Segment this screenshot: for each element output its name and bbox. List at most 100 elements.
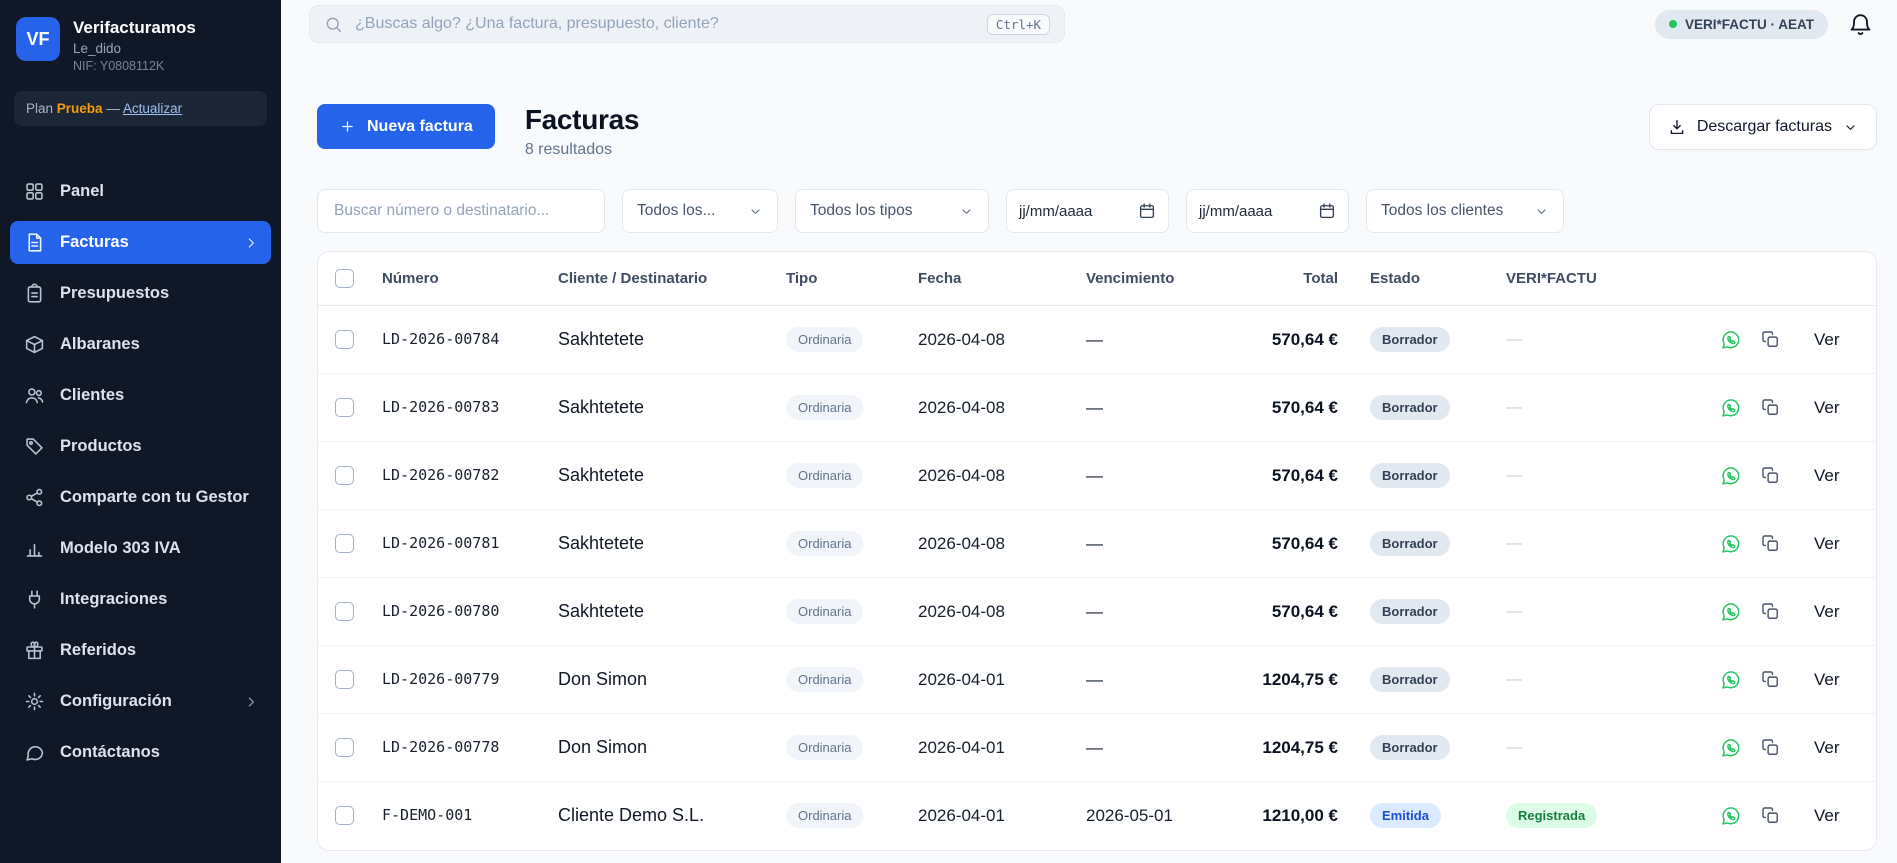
row-checkbox[interactable] xyxy=(335,738,354,757)
sidebar-item-facturas[interactable]: Facturas xyxy=(10,221,271,264)
table-body: LD-2026-00784 Sakhtetete Ordinaria 2026-… xyxy=(318,306,1876,850)
type-filter-dropdown[interactable]: Todos los tipos xyxy=(795,189,989,233)
copy-icon[interactable] xyxy=(1761,738,1780,757)
copy-icon[interactable] xyxy=(1761,670,1780,689)
whatsapp-icon[interactable] xyxy=(1720,465,1742,487)
date-to-input[interactable]: jj/mm/aaaa xyxy=(1186,189,1349,233)
verifactu-dash: — xyxy=(1506,535,1522,552)
invoice-row: LD-2026-00784 Sakhtetete Ordinaria 2026-… xyxy=(318,306,1876,374)
new-invoice-label: Nueva factura xyxy=(367,118,473,136)
status-badge: Borrador xyxy=(1370,531,1450,556)
whatsapp-icon[interactable] xyxy=(1720,669,1742,691)
invoice-type: Ordinaria xyxy=(774,646,906,714)
whatsapp-icon[interactable] xyxy=(1720,805,1742,827)
status-dot xyxy=(1669,20,1677,28)
type-badge: Ordinaria xyxy=(786,463,863,488)
select-all-checkbox[interactable] xyxy=(335,269,354,288)
plan-upgrade-link[interactable]: Actualizar xyxy=(123,101,182,116)
sidebar-item-label: Modelo 303 IVA xyxy=(60,538,181,559)
view-invoice-link[interactable]: Ver xyxy=(1814,534,1840,554)
view-invoice-link[interactable]: Ver xyxy=(1814,330,1840,350)
sidebar-item-integraciones[interactable]: Integraciones xyxy=(10,578,271,621)
whatsapp-icon[interactable] xyxy=(1720,397,1742,419)
status-badge: Borrador xyxy=(1370,599,1450,624)
calendar-icon[interactable] xyxy=(1318,202,1336,220)
download-invoices-button[interactable]: Descargar facturas xyxy=(1649,104,1877,150)
row-checkbox[interactable] xyxy=(335,602,354,621)
copy-icon[interactable] xyxy=(1761,534,1780,553)
chevron-right-icon xyxy=(243,235,259,251)
copy-icon[interactable] xyxy=(1761,398,1780,417)
invoice-client: Cliente Demo S.L. xyxy=(546,782,774,850)
view-invoice-link[interactable]: Ver xyxy=(1814,602,1840,622)
sidebar-item-comparte-gestor[interactable]: Comparte con tu Gestor xyxy=(10,476,271,519)
sidebar-item-albaranes[interactable]: Albaranes xyxy=(10,323,271,366)
sidebar-item-productos[interactable]: Productos xyxy=(10,425,271,468)
row-checkbox[interactable] xyxy=(335,670,354,689)
status-badge: Borrador xyxy=(1370,463,1450,488)
view-invoice-link[interactable]: Ver xyxy=(1814,806,1840,826)
filter-search-input[interactable] xyxy=(317,189,605,233)
date-from-input[interactable]: jj/mm/aaaa xyxy=(1006,189,1169,233)
new-invoice-button[interactable]: Nueva factura xyxy=(317,104,495,149)
view-invoice-link[interactable]: Ver xyxy=(1814,738,1840,758)
view-invoice-link[interactable]: Ver xyxy=(1814,670,1840,690)
invoice-icon xyxy=(24,232,46,253)
invoice-status: Emitida xyxy=(1348,782,1494,850)
column-header: Fecha xyxy=(906,252,1074,306)
invoice-actions: Ver xyxy=(1694,782,1876,850)
notifications-bell-icon[interactable] xyxy=(1846,10,1875,39)
whatsapp-icon[interactable] xyxy=(1720,533,1742,555)
bar-chart-icon xyxy=(24,538,46,559)
invoice-number: LD-2026-00778 xyxy=(370,714,546,782)
row-checkbox[interactable] xyxy=(335,398,354,417)
invoice-status: Borrador xyxy=(1348,306,1494,374)
sidebar-item-contactanos[interactable]: Contáctanos xyxy=(10,731,271,774)
view-invoice-link[interactable]: Ver xyxy=(1814,398,1840,418)
copy-icon[interactable] xyxy=(1761,602,1780,621)
client-filter-dropdown[interactable]: Todos los clientes xyxy=(1366,189,1564,233)
invoice-client: Sakhtetete xyxy=(546,374,774,442)
invoice-actions: Ver xyxy=(1694,442,1876,510)
copy-icon[interactable] xyxy=(1761,466,1780,485)
type-badge: Ordinaria xyxy=(786,395,863,420)
view-invoice-link[interactable]: Ver xyxy=(1814,466,1840,486)
row-checkbox[interactable] xyxy=(335,806,354,825)
gear-icon xyxy=(24,691,46,712)
sidebar-item-configuracion[interactable]: Configuración xyxy=(10,680,271,723)
sidebar-item-label: Clientes xyxy=(60,385,124,406)
row-checkbox[interactable] xyxy=(335,466,354,485)
global-search[interactable]: Ctrl+K xyxy=(309,5,1065,43)
whatsapp-icon[interactable] xyxy=(1720,329,1742,351)
column-header: Vencimiento xyxy=(1074,252,1244,306)
invoice-status: Borrador xyxy=(1348,510,1494,578)
sidebar-item-modelo-303-iva[interactable]: Modelo 303 IVA xyxy=(10,527,271,570)
status-filter-dropdown[interactable]: Todos los... xyxy=(622,189,778,233)
invoice-client: Sakhtetete xyxy=(546,578,774,646)
whatsapp-icon[interactable] xyxy=(1720,737,1742,759)
download-icon xyxy=(1668,118,1686,136)
sidebar-item-referidos[interactable]: Referidos xyxy=(10,629,271,672)
verifactu-status-pill[interactable]: VERI*FACTU · AEAT xyxy=(1655,10,1828,39)
copy-icon[interactable] xyxy=(1761,330,1780,349)
sidebar-item-panel[interactable]: Panel xyxy=(10,170,271,213)
results-count: 8 resultados xyxy=(525,141,639,159)
sidebar-item-clientes[interactable]: Clientes xyxy=(10,374,271,417)
status-pill-label: VERI*FACTU · AEAT xyxy=(1685,17,1814,32)
copy-icon[interactable] xyxy=(1761,806,1780,825)
global-search-input[interactable] xyxy=(353,14,977,34)
calendar-icon[interactable] xyxy=(1138,202,1156,220)
invoice-date: 2026-04-01 xyxy=(906,714,1074,782)
type-filter-value: Todos los tipos xyxy=(810,202,913,220)
row-checkbox[interactable] xyxy=(335,330,354,349)
search-icon xyxy=(324,15,343,34)
sidebar-item-presupuestos[interactable]: Presupuestos xyxy=(10,272,271,315)
chat-icon xyxy=(24,742,46,763)
verifactu-dash: — xyxy=(1506,603,1522,620)
invoice-date: 2026-04-08 xyxy=(906,578,1074,646)
row-checkbox[interactable] xyxy=(335,534,354,553)
invoices-table: NúmeroCliente / DestinatarioTipoFechaVen… xyxy=(318,252,1876,850)
invoice-client: Sakhtetete xyxy=(546,442,774,510)
sidebar-item-label: Configuración xyxy=(60,691,172,712)
whatsapp-icon[interactable] xyxy=(1720,601,1742,623)
